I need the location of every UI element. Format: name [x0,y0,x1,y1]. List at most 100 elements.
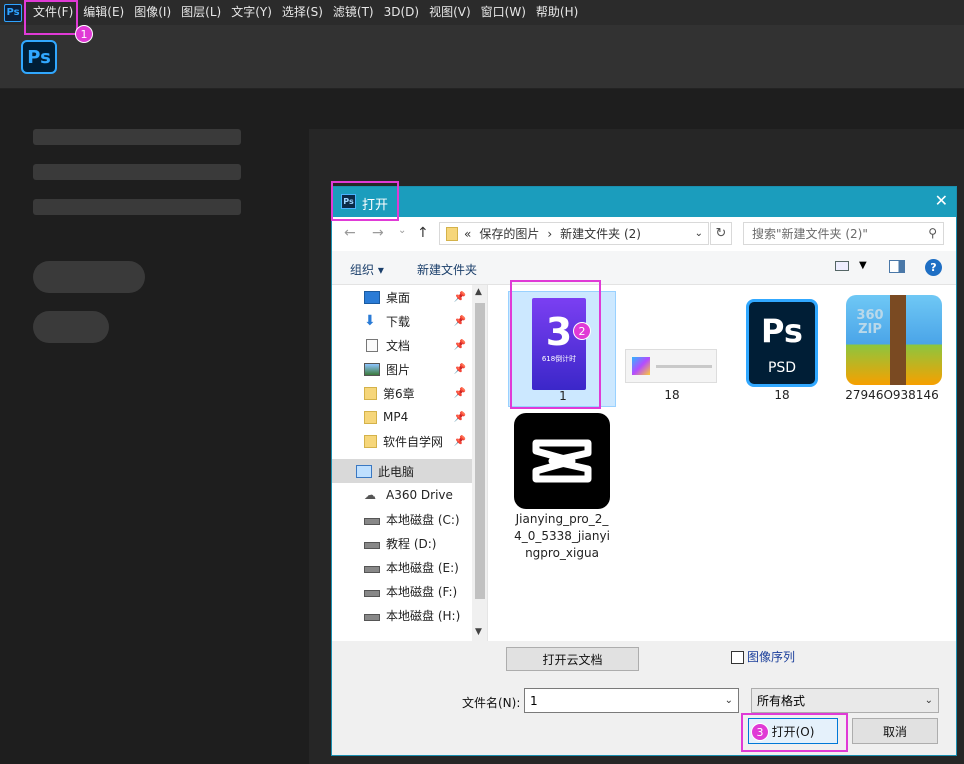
view-options-icon[interactable] [835,261,849,271]
chevron-down-icon[interactable]: ⌄ [725,695,733,706]
open-cloud-document-button[interactable]: 打开云文档 [506,647,639,671]
placeholder-bar [33,199,241,215]
menu-window[interactable]: 窗口(W) [476,0,531,25]
refresh-icon[interactable]: ↻ [710,222,732,245]
pin-icon: 📌 [453,411,466,423]
nav-item-software[interactable]: 软件自学网 📌 [332,429,470,453]
menu-edit[interactable]: 编辑(E) [78,0,129,25]
nav-item-mp4[interactable]: MP4 📌 [332,405,470,429]
nav-label: A360 Drive [386,488,453,502]
navigation-pane: 桌面 📌 ⬇ 下载 📌 文档 📌 图片 📌 第6章 📌 MP4 📌 软件自学网 … [332,285,488,641]
recent-dropdown-icon[interactable]: ⌄ [398,225,406,236]
file-item[interactable]: Ps PSD 18 [728,291,836,407]
menu-help[interactable]: 帮助(H) [531,0,583,25]
menu-layer[interactable]: 图层(L) [176,0,226,25]
pin-icon: 📌 [453,315,466,327]
placeholder-bar [33,164,241,180]
dialog-titlebar: Ps 打开 ✕ [332,187,956,217]
menu-filter[interactable]: 滤镜(T) [328,0,379,25]
psd-file-icon: Ps PSD [746,299,818,387]
highlight-box [24,0,78,35]
chevron-down-icon[interactable]: ⌄ [925,695,933,706]
pin-icon: 📌 [453,291,466,303]
new-folder-button[interactable]: 新建文件夹 [417,261,477,278]
nav-item-documents[interactable]: 文档 📌 [332,333,470,357]
search-input[interactable]: 搜索"新建文件夹 (2)" ⚲ [743,222,944,245]
menu-select[interactable]: 选择(S) [277,0,328,25]
breadcrumb-overflow[interactable]: « [464,227,471,241]
nav-item-this-pc[interactable]: 此电脑 [332,459,472,483]
up-arrow-icon[interactable]: ↑ [417,225,429,241]
pin-icon: 📌 [453,363,466,375]
psd-caption: PSD [767,360,797,376]
nav-label: 图片 [386,362,411,377]
menu-image[interactable]: 图像(I) [129,0,176,25]
image-thumbnail [625,349,717,383]
organize-button[interactable]: 组织 ▾ [350,261,384,278]
nav-label: 本地磁盘 (E:) [386,560,459,575]
text-line [656,365,712,368]
options-bar [0,25,964,89]
address-bar[interactable]: « 保存的图片 › 新建文件夹 (2) ⌄ [439,222,709,245]
pin-icon: 📌 [453,435,466,447]
download-icon: ⬇ [364,312,376,329]
nav-item-downloads[interactable]: ⬇ 下载 📌 [332,309,470,333]
image-sequence-checkbox[interactable] [731,651,744,664]
picture-icon [364,362,380,376]
highlight-box [331,181,399,221]
back-arrow-icon[interactable]: ← [344,225,356,241]
menu-view[interactable]: 视图(V) [424,0,476,25]
close-icon[interactable]: ✕ [935,191,948,210]
nav-item-drive-d[interactable]: 教程 (D:) [332,531,470,555]
nav-label: 教程 (D:) [386,536,437,551]
nav-item-drive-c[interactable]: 本地磁盘 (C:) [332,507,470,531]
open-dialog: Ps 打开 ✕ ← → ⌄ ↑ « 保存的图片 › 新建文件夹 (2) ⌄ ↻ … [331,186,957,756]
drive-icon [364,565,380,573]
cancel-button[interactable]: 取消 [852,718,938,744]
image-sequence-label[interactable]: 图像序列 [747,648,795,665]
nav-label: MP4 [383,410,409,424]
nav-item-drive-f[interactable]: 本地磁盘 (F:) [332,579,470,603]
file-name-line: Jianying_pro_2_ [515,512,609,526]
filename-input[interactable]: 1 ⌄ [524,688,739,713]
chevron-down-icon[interactable]: ▼ [859,260,867,271]
nav-item-a360[interactable]: ☁ A360 Drive [332,483,470,507]
folder-icon [364,434,377,448]
file-item[interactable]: Jianying_pro_2_ 4_0_5338_jianyi ngpro_xi… [508,409,616,560]
nav-item-pictures[interactable]: 图片 📌 [332,357,470,381]
nav-scrollbar-thumb[interactable] [475,303,485,599]
app-icon [514,413,610,509]
chevron-down-icon[interactable]: ⌄ [695,228,703,239]
placeholder-bar [33,129,241,145]
command-bar: 组织 ▾ 新建文件夹 ▼ ? [332,251,956,285]
cloud-drive-icon: ☁ [364,487,376,502]
file-item[interactable]: 18 [618,291,726,407]
nav-item-drive-h[interactable]: 本地磁盘 (H:) [332,603,470,627]
drive-icon [364,589,380,597]
scroll-down-icon[interactable]: ▼ [475,627,482,637]
zip-label: 360 ZIP [856,308,884,337]
menu-3d[interactable]: 3D(D) [379,0,424,25]
nav-label: 文档 [386,338,411,353]
nav-label: 此电脑 [378,464,415,479]
nav-item-drive-e[interactable]: 本地磁盘 (E:) [332,555,470,579]
scroll-up-icon[interactable]: ▲ [475,287,482,297]
file-type-value: 所有格式 [757,694,806,708]
logo-icon [632,357,650,375]
menu-type[interactable]: 文字(Y) [226,0,277,25]
preview-pane-icon[interactable] [889,260,905,273]
photoshop-logo[interactable]: Ps [21,40,57,74]
desktop-icon [364,290,380,304]
file-item[interactable]: 360 ZIP 27946O938146 [838,291,946,407]
forward-arrow-icon[interactable]: → [372,225,384,241]
dialog-footer: 打开云文档 图像序列 文件名(N): 1 ⌄ 所有格式 ⌄ 打开(O) 取消 [332,641,956,755]
file-type-select[interactable]: 所有格式 ⌄ [751,688,939,713]
breadcrumb-parent[interactable]: 保存的图片 [479,225,539,242]
zip-archive-icon: 360 ZIP [846,295,942,385]
help-icon[interactable]: ? [925,259,942,276]
breadcrumb-current[interactable]: 新建文件夹 (2) [560,225,641,242]
nav-item-desktop[interactable]: 桌面 📌 [332,285,470,309]
nav-item-chapter6[interactable]: 第6章 📌 [332,381,470,405]
drive-icon [364,517,380,525]
folder-icon [364,386,377,400]
